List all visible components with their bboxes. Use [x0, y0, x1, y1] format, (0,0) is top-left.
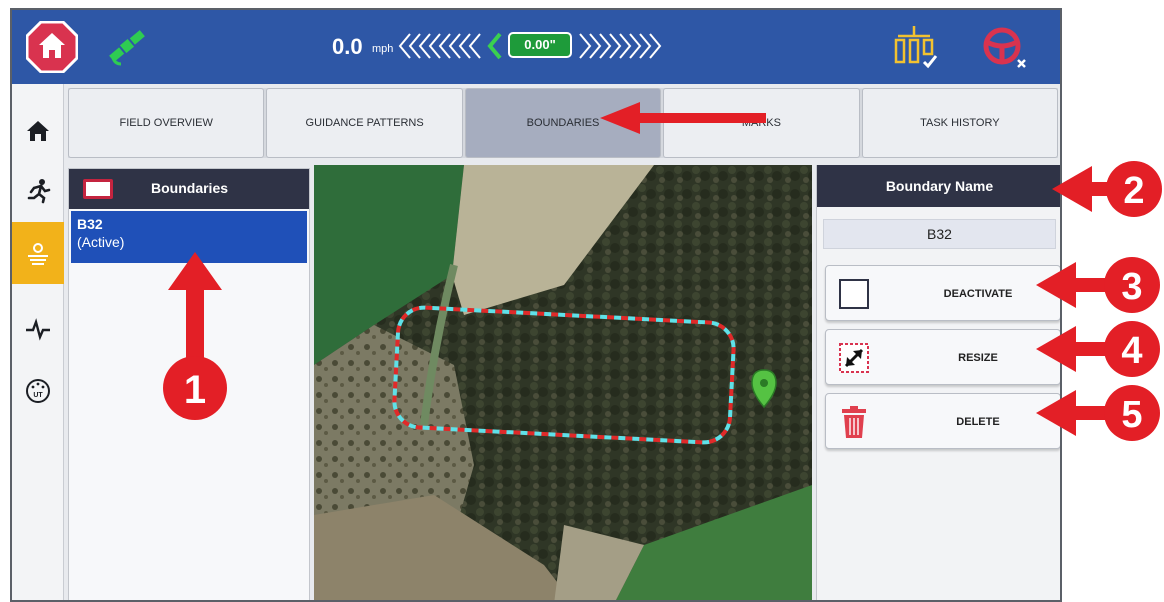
nav-rail: UT — [12, 84, 64, 600]
offset-indicator: 0.00" — [508, 32, 572, 58]
trash-icon — [842, 406, 866, 438]
left-chevrons-icon — [398, 32, 502, 60]
boundary-item-status: (Active) — [77, 234, 125, 250]
annotation-callout-4: 4 — [1036, 321, 1160, 377]
boundary-item-name: B32 — [77, 216, 103, 232]
tab-bar: FIELD OVERVIEW GUIDANCE PATTERNS BOUNDAR… — [68, 88, 1059, 158]
right-chevrons-icon — [579, 33, 662, 59]
rail-item-diagnostics[interactable] — [12, 304, 64, 354]
speed-unit: mph — [372, 43, 394, 55]
resize-button[interactable]: RESIZE — [825, 329, 1060, 385]
map-view[interactable] — [314, 165, 812, 602]
callout-3-label: 3 — [1121, 266, 1142, 308]
boundaries-title: Boundaries — [151, 180, 229, 196]
annotation-arrow-tab — [600, 102, 766, 134]
delete-button[interactable]: DELETE — [825, 393, 1060, 449]
annotation-callout-2: 2 — [1052, 161, 1162, 217]
home-icon — [27, 121, 49, 141]
implement-icon[interactable] — [890, 24, 940, 72]
rail-item-field[interactable] — [12, 222, 64, 284]
select-all-checkbox[interactable] — [83, 179, 113, 199]
tab-task-history[interactable]: TASK HISTORY — [861, 88, 1059, 158]
rail-item-home[interactable] — [12, 106, 64, 156]
field-icon — [28, 243, 48, 265]
deactivate-button[interactable]: DEACTIVATE — [825, 265, 1060, 321]
annotation-callout-1: 1 — [163, 252, 227, 420]
annotation-callout-3: 3 — [1036, 257, 1160, 313]
callout-1-label: 1 — [184, 368, 206, 412]
svg-text:UT: UT — [33, 392, 43, 399]
rail-item-operator[interactable] — [12, 166, 64, 216]
speed-value: 0.0 — [332, 34, 363, 59]
pulse-icon — [26, 318, 50, 341]
callout-5-label: 5 — [1121, 394, 1142, 436]
boundary-details-panel: Boundary Name B32 DEACTIVATE RESIZE DELE… — [816, 165, 1060, 600]
resize-arrow-icon — [839, 343, 869, 373]
rail-item-ut[interactable]: UT — [12, 366, 64, 416]
gps-satellite-icon[interactable] — [105, 24, 149, 68]
boundary-name-header: Boundary Name — [817, 165, 1060, 207]
status-bar: 0.0 mph 0.00" — [12, 10, 1060, 84]
running-person-icon — [27, 179, 51, 204]
callout-4-label: 4 — [1121, 330, 1142, 372]
tab-guidance-patterns[interactable]: GUIDANCE PATTERNS — [266, 88, 463, 158]
boundary-name-field[interactable]: B32 — [823, 219, 1056, 249]
boundaries-header: Boundaries — [69, 169, 309, 209]
annotation-callout-5: 5 — [1036, 385, 1160, 441]
steering-wheel-icon[interactable] — [980, 24, 1030, 72]
tab-field-overview[interactable]: FIELD OVERVIEW — [68, 88, 265, 158]
home-icon[interactable] — [26, 21, 78, 73]
checkbox-empty-icon — [839, 279, 869, 309]
callout-2-label: 2 — [1123, 170, 1144, 212]
ut-icon: UT — [26, 379, 50, 403]
